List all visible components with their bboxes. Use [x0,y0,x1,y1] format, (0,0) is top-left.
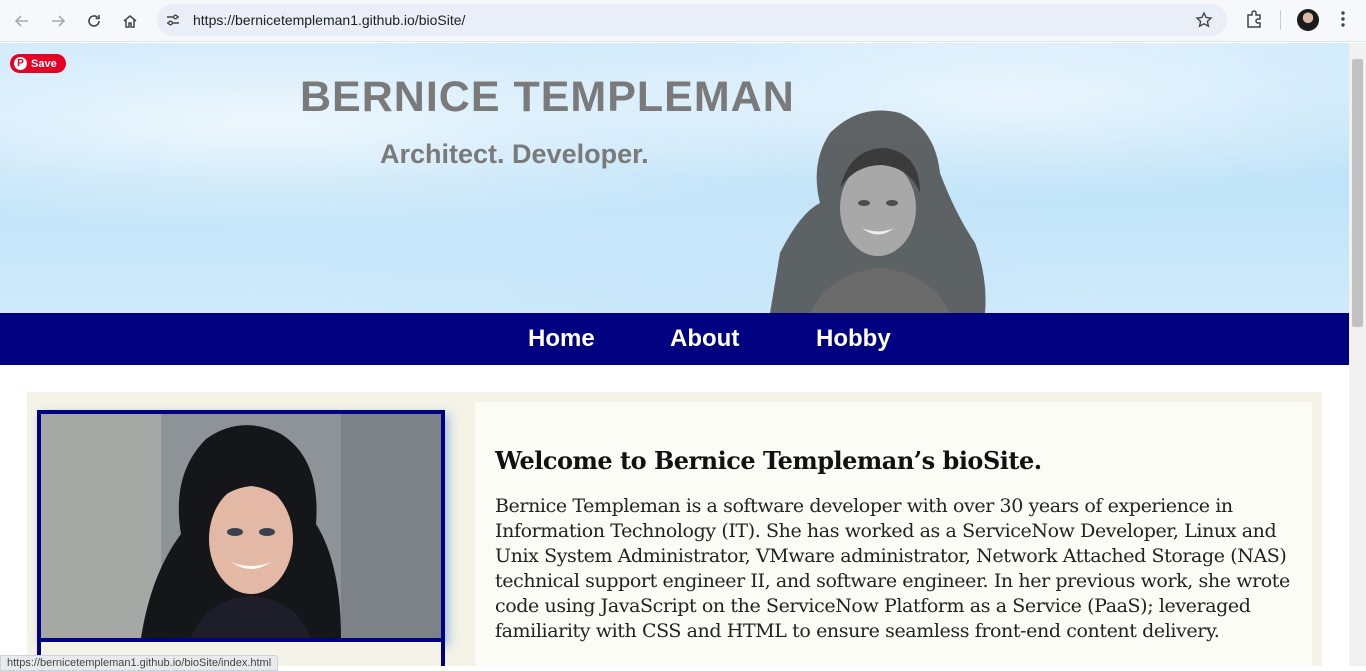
bio-paragraph: Bernice Templeman is a software develope… [495,495,1290,642]
main-content: Welcome to Bernice Templeman’s bioSite. … [27,392,1322,666]
hero-banner: P Save BERNICE TEMPLEMAN Architect. Deve… [0,43,1349,313]
arrow-right-icon [52,15,66,27]
site-title: BERNICE TEMPLEMAN [300,73,795,121]
extensions-button[interactable] [1244,9,1264,34]
hero-portrait-image [770,110,986,313]
home-button[interactable] [118,9,142,33]
back-button[interactable] [10,9,34,33]
avatar [1297,9,1319,31]
forward-button[interactable] [46,9,70,33]
reload-button[interactable] [82,9,106,33]
profile-button[interactable] [1297,9,1319,31]
site-tagline: Architect. Developer. [380,139,649,169]
pinterest-save-button[interactable]: P Save [10,54,66,73]
pinterest-icon: P [14,57,27,70]
nav-hobby-link[interactable]: Hobby [816,325,891,353]
nav-home-link[interactable]: Home [528,325,595,353]
site-settings-icon[interactable] [165,12,181,28]
page-scrollbar[interactable] [1349,43,1366,666]
link-status-bar: https://bernicetempleman1.github.io/bioS… [0,655,279,671]
address-bar[interactable]: https://bernicetempleman1.github.io/bioS… [157,4,1227,36]
arrow-left-icon [14,15,28,27]
nav-about-link[interactable]: About [670,325,739,353]
toolbar-divider [1280,10,1281,30]
puzzle-icon [1247,10,1261,28]
pinterest-save-label: Save [31,57,57,70]
profile-photo [37,410,445,642]
web-page: P Save BERNICE TEMPLEMAN Architect. Deve… [0,43,1349,666]
welcome-heading: Welcome to Bernice Templeman’s bioSite. [495,446,1042,475]
reload-icon [88,15,100,27]
bio-card: Welcome to Bernice Templeman’s bioSite. … [475,402,1312,666]
bookmark-star-icon[interactable] [1195,11,1213,29]
url-text: https://bernicetempleman1.github.io/bioS… [193,12,466,28]
kebab-menu-icon [1341,11,1345,27]
menu-button[interactable] [1337,9,1349,34]
profile-photo-image [41,414,441,638]
scrollbar-thumb[interactable] [1352,59,1363,327]
browser-toolbar: https://bernicetempleman1.github.io/bioS… [0,0,1366,42]
main-navigation: Home About Hobby [0,313,1349,365]
home-icon [123,15,137,28]
